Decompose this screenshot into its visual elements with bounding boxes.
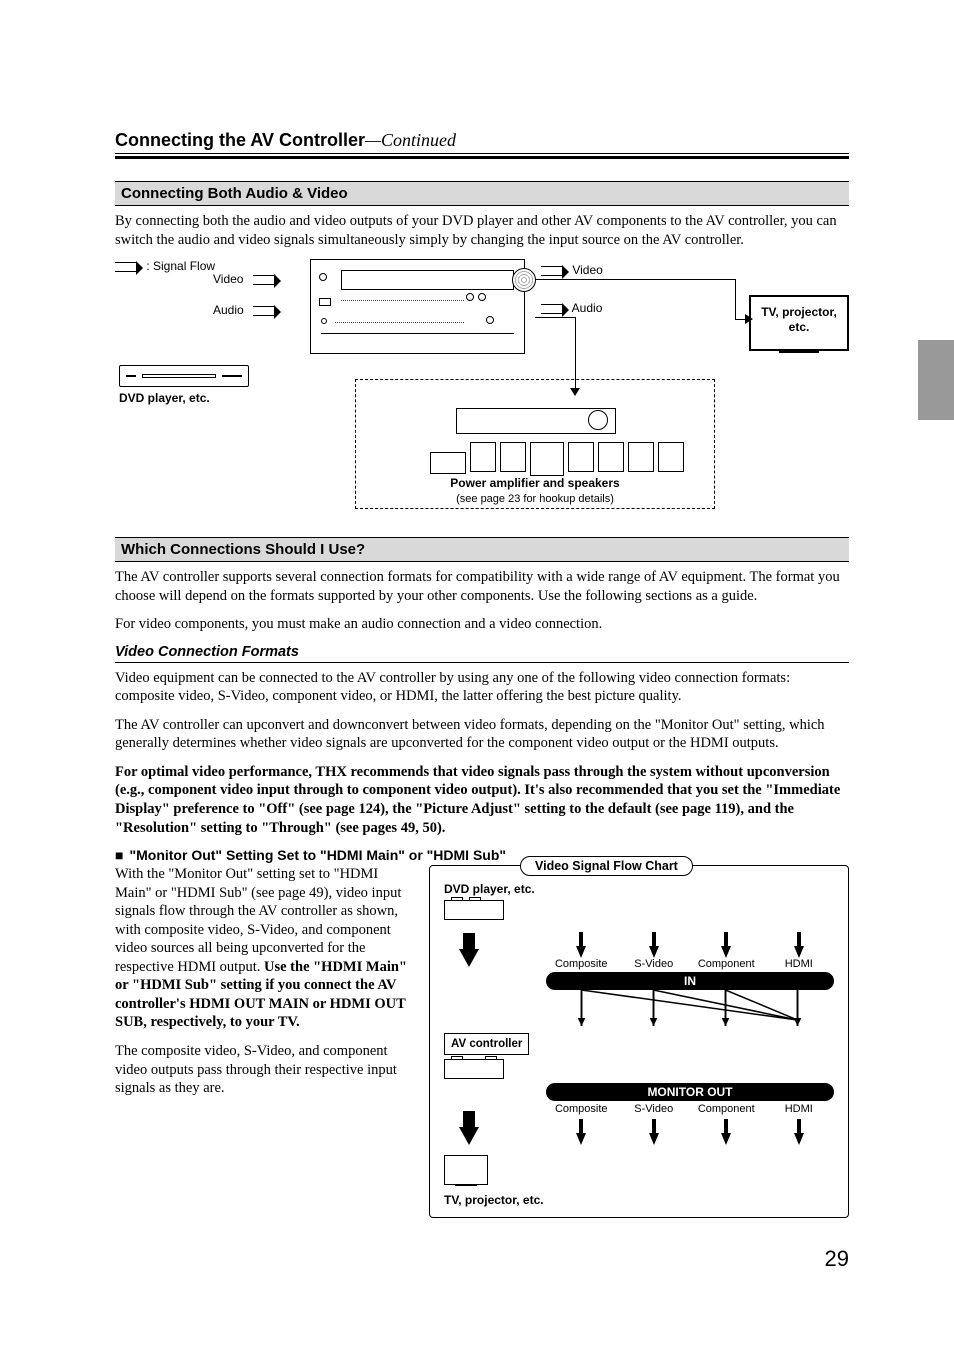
chart-dvd-label: DVD player, etc. xyxy=(444,882,834,896)
monitor-out-para2: The composite video, S-Video, and compon… xyxy=(115,1042,415,1098)
arrow-icon xyxy=(541,304,563,314)
arrow-icon xyxy=(253,306,275,316)
header-title: Connecting the AV Controller xyxy=(115,130,365,151)
section1-paragraph: By connecting both the audio and video o… xyxy=(115,212,849,249)
label-audio-left: Audio xyxy=(213,303,275,317)
monitor-out-bar: MONITOR OUT xyxy=(546,1083,834,1101)
in-bar: IN xyxy=(546,972,834,990)
down-arrow-icon xyxy=(794,1133,804,1145)
input-signal-labels: Composite S-Video Component HDMI xyxy=(444,946,834,970)
header-continued: —Continued xyxy=(365,130,456,151)
tv-box: TV, projector, etc. xyxy=(749,295,849,351)
column-left: With the "Monitor Out" setting set to "H… xyxy=(115,865,415,1218)
tv-icon xyxy=(444,1155,488,1185)
section2-para2: For video components, you must make an a… xyxy=(115,615,849,634)
avc-icon xyxy=(444,1059,504,1079)
subheading-vcf: Video Connection Formats xyxy=(115,644,849,660)
heading-which-connections: Which Connections Should I Use? xyxy=(115,537,849,562)
vcf-para1: Video equipment can be connected to the … xyxy=(115,669,849,706)
label-video-right: Video xyxy=(541,263,603,277)
signal-flow-diagram: : Signal Flow Video Audio DVD player, et… xyxy=(115,259,849,515)
subheading-monitor-out: "Monitor Out" Setting Set to "HDMI Main"… xyxy=(115,847,849,863)
down-arrow-icon xyxy=(459,1127,479,1145)
vcf-para2: The AV controller can upconvert and down… xyxy=(115,716,849,753)
chart-title: Video Signal Flow Chart xyxy=(520,856,693,876)
tv-label-line2: etc. xyxy=(751,320,847,335)
signal-flow-label: : Signal Flow xyxy=(146,259,215,273)
down-arrow-icon xyxy=(721,946,731,958)
arrow-icon xyxy=(253,275,275,285)
down-arrow-icon xyxy=(459,949,479,967)
down-arrow-icon xyxy=(649,946,659,958)
dvd-icon xyxy=(444,900,504,920)
down-arrow-icon xyxy=(576,946,586,958)
subheading-rule xyxy=(115,662,849,663)
down-arrow-icon xyxy=(721,1133,731,1145)
amp-caption-ref: (see page 23 for hookup details) xyxy=(356,493,714,505)
label-audio-right: Audio xyxy=(541,301,602,315)
dvd-player-icon xyxy=(119,365,249,387)
down-arrow-icon xyxy=(576,1133,586,1145)
header-rule xyxy=(115,156,849,159)
down-arrow-icon xyxy=(649,1133,659,1145)
down-arrow-icon xyxy=(794,946,804,958)
tv-stand-icon xyxy=(779,351,819,355)
vcf-para3: For optimal video performance, THX recom… xyxy=(115,763,849,837)
tv-label-line1: TV, projector, xyxy=(751,305,847,320)
merge-lines-icon xyxy=(546,990,834,1026)
dvd-player-label: DVD player, etc. xyxy=(119,391,210,405)
amp-speakers-group: Power amplifier and speakers (see page 2… xyxy=(355,379,715,509)
signal-flow-legend: : Signal Flow xyxy=(115,259,215,273)
arrow-icon xyxy=(541,266,563,276)
video-signal-flow-chart: Video Signal Flow Chart DVD player, etc.… xyxy=(429,865,849,1218)
arrow-icon xyxy=(115,262,137,272)
heading-connecting-both: Connecting Both Audio & Video xyxy=(115,181,849,206)
output-signal-labels: Composite S-Video Component HDMI xyxy=(444,1103,834,1145)
label-video-left: Video xyxy=(213,272,275,286)
page-number: 29 xyxy=(115,1246,849,1272)
section2-para1: The AV controller supports several conne… xyxy=(115,568,849,605)
two-column-layout: With the "Monitor Out" setting set to "H… xyxy=(115,865,849,1218)
page-header: Connecting the AV Controller —Continued xyxy=(115,130,849,154)
speakers-icon xyxy=(424,442,684,476)
page: Connecting the AV Controller —Continued … xyxy=(0,0,954,1322)
amp-caption-bold: Power amplifier and speakers xyxy=(356,476,714,490)
chart-tv-label: TV, projector, etc. xyxy=(444,1193,834,1207)
av-controller-icon xyxy=(310,259,525,354)
monitor-out-para1: With the "Monitor Out" setting set to "H… xyxy=(115,865,415,1032)
chart-avc-label: AV controller xyxy=(444,1033,529,1055)
